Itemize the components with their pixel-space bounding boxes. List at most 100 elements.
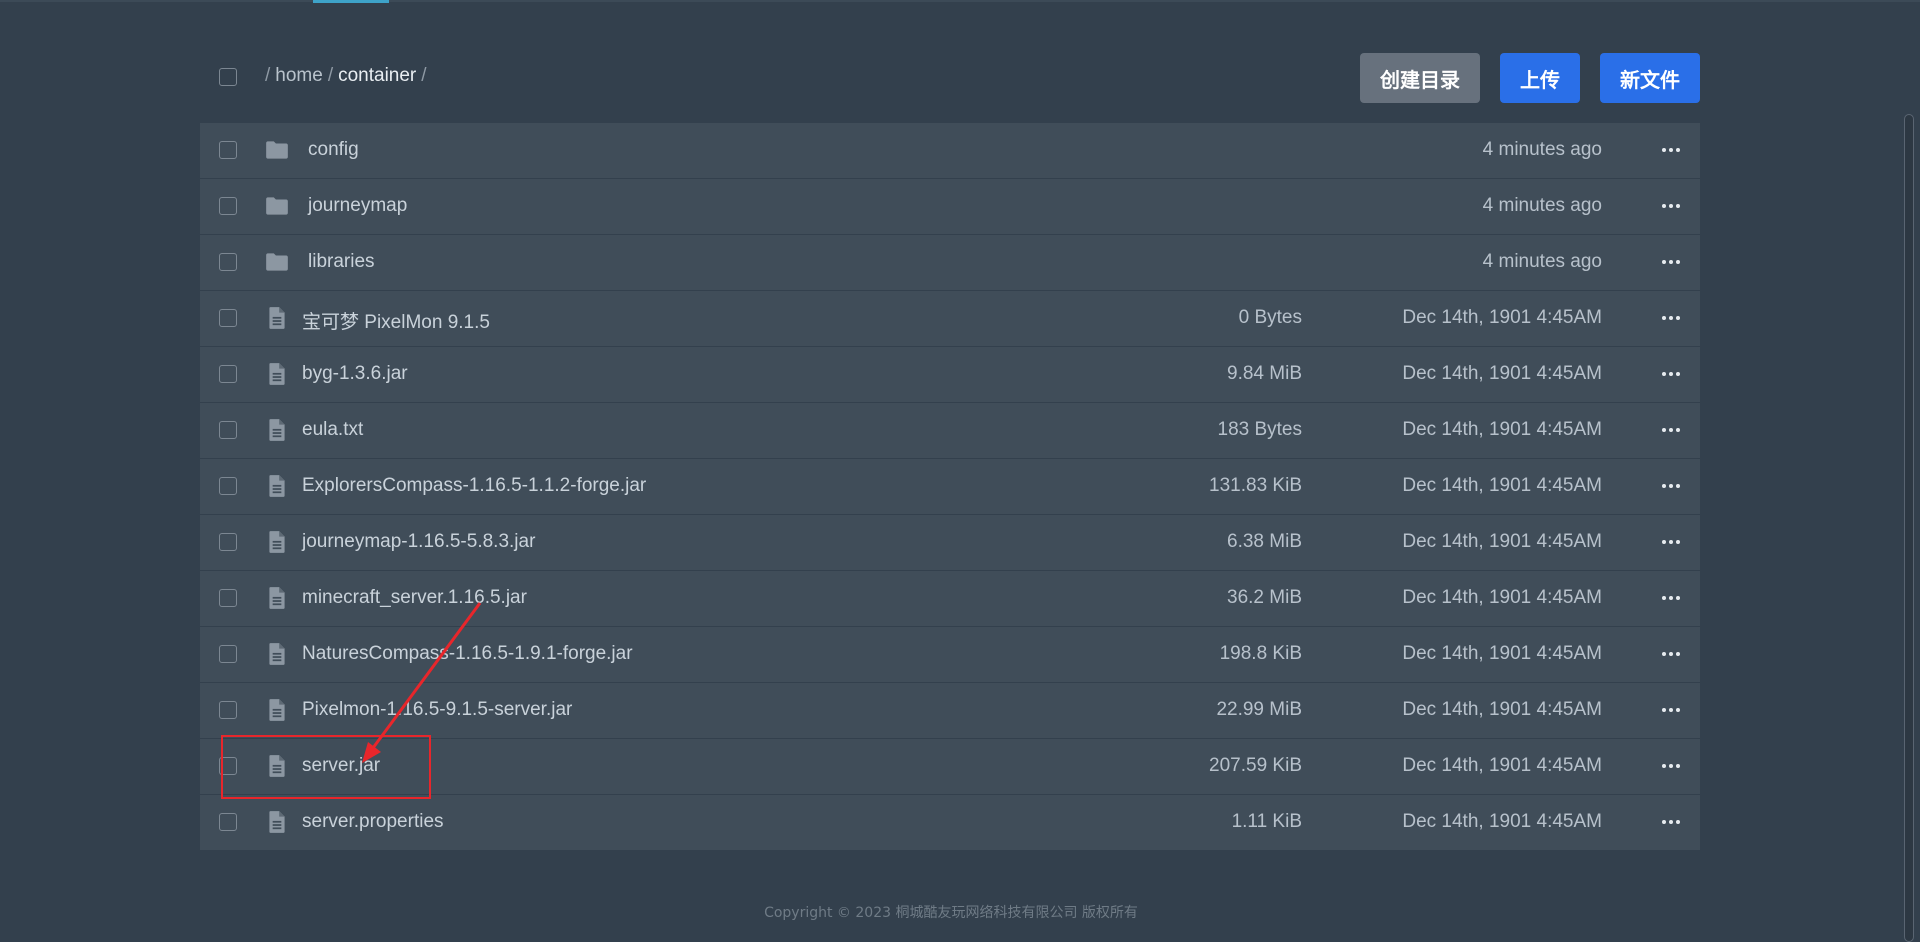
row-checkbox[interactable] [219, 589, 237, 607]
row-checkbox[interactable] [219, 141, 237, 159]
file-name[interactable]: config [308, 139, 359, 161]
create-directory-button[interactable]: 创建目录 [1360, 53, 1480, 103]
file-name[interactable]: ExplorersCompass-1.16.5-1.1.2-forge.jar [302, 475, 646, 497]
file-row[interactable]: minecraft_server.1.16.5.jar 36.2 MiB Dec… [200, 571, 1700, 626]
file-row[interactable]: 宝可梦 PixelMon 9.1.5 0 Bytes Dec 14th, 190… [200, 291, 1700, 346]
file-row[interactable]: server.properties 1.11 KiB Dec 14th, 190… [200, 795, 1700, 850]
file-size: 9.84 MiB [1227, 363, 1302, 384]
row-checkbox[interactable] [219, 421, 237, 439]
file-name[interactable]: NaturesCompass-1.16.5-1.9.1-forge.jar [302, 643, 633, 665]
file-name[interactable]: byg-1.3.6.jar [302, 363, 408, 385]
file-modified: 4 minutes ago [1482, 139, 1602, 160]
file-modified: Dec 14th, 1901 4:45AM [1402, 307, 1602, 328]
more-options-icon[interactable] [1662, 815, 1682, 829]
file-row[interactable]: server.jar 207.59 KiB Dec 14th, 1901 4:4… [200, 739, 1700, 794]
breadcrumb-separator: / [327, 65, 334, 86]
row-checkbox[interactable] [219, 365, 237, 383]
file-name[interactable]: Pixelmon-1.16.5-9.1.5-server.jar [302, 699, 572, 721]
more-options-icon[interactable] [1662, 255, 1682, 269]
more-options-icon[interactable] [1662, 479, 1682, 493]
file-size: 183 Bytes [1217, 419, 1303, 440]
file-list: config 4 minutes ago journeymap 4 minute… [200, 123, 1700, 851]
file-row[interactable]: Pixelmon-1.16.5-9.1.5-server.jar 22.99 M… [200, 683, 1700, 738]
more-options-icon[interactable] [1662, 311, 1682, 325]
file-size: 1.11 KiB [1231, 811, 1302, 832]
more-options-icon[interactable] [1662, 199, 1682, 213]
file-name[interactable]: minecraft_server.1.16.5.jar [302, 587, 527, 609]
file-size: 0 Bytes [1238, 307, 1302, 328]
row-checkbox[interactable] [219, 533, 237, 551]
file-modified: Dec 14th, 1901 4:45AM [1402, 587, 1602, 608]
file-row[interactable]: journeymap-1.16.5-5.8.3.jar 6.38 MiB Dec… [200, 515, 1700, 570]
more-options-icon[interactable] [1662, 647, 1682, 661]
new-file-button[interactable]: 新文件 [1600, 53, 1700, 103]
file-size: 198.8 KiB [1219, 643, 1302, 664]
file-name[interactable]: eula.txt [302, 419, 363, 441]
file-modified: Dec 14th, 1901 4:45AM [1402, 475, 1602, 496]
file-icon [264, 473, 290, 499]
row-checkbox[interactable] [219, 645, 237, 663]
file-size: 207.59 KiB [1209, 755, 1302, 776]
more-options-icon[interactable] [1662, 703, 1682, 717]
file-manager-header: / home / container / 创建目录 上传 新文件 [200, 50, 1700, 106]
upload-button[interactable]: 上传 [1500, 53, 1580, 103]
file-name[interactable]: journeymap-1.16.5-5.8.3.jar [302, 531, 535, 553]
top-nav-bar [0, 0, 1920, 3]
breadcrumb: / home / container / [260, 65, 432, 87]
file-row[interactable]: byg-1.3.6.jar 9.84 MiB Dec 14th, 1901 4:… [200, 347, 1700, 402]
more-options-icon[interactable] [1662, 535, 1682, 549]
row-checkbox[interactable] [219, 813, 237, 831]
file-size: 22.99 MiB [1216, 699, 1302, 720]
row-checkbox[interactable] [219, 477, 237, 495]
file-modified: Dec 14th, 1901 4:45AM [1402, 755, 1602, 776]
file-icon [264, 753, 290, 779]
file-size: 131.83 KiB [1209, 475, 1302, 496]
file-row[interactable]: ExplorersCompass-1.16.5-1.1.2-forge.jar … [200, 459, 1700, 514]
more-options-icon[interactable] [1662, 591, 1682, 605]
folder-icon [264, 137, 290, 163]
breadcrumb-current[interactable]: container [338, 65, 416, 86]
file-name[interactable]: journeymap [308, 195, 407, 217]
folder-icon [264, 249, 290, 275]
file-icon [264, 585, 290, 611]
file-name[interactable]: server.jar [302, 755, 380, 777]
footer-copyright: Copyright © 2023 桐城酷友玩网络科技有限公司 版权所有 [764, 905, 1138, 921]
page-scrollbar[interactable] [1904, 114, 1914, 942]
file-name[interactable]: server.properties [302, 811, 444, 833]
file-icon [264, 305, 290, 331]
row-checkbox[interactable] [219, 701, 237, 719]
file-name[interactable]: 宝可梦 PixelMon 9.1.5 [302, 307, 490, 334]
file-modified: Dec 14th, 1901 4:45AM [1402, 643, 1602, 664]
select-all-checkbox[interactable] [219, 68, 237, 86]
file-icon [264, 361, 290, 387]
file-row[interactable]: NaturesCompass-1.16.5-1.9.1-forge.jar 19… [200, 627, 1700, 682]
file-modified: Dec 14th, 1901 4:45AM [1402, 699, 1602, 720]
row-checkbox[interactable] [219, 757, 237, 775]
folder-row[interactable]: journeymap 4 minutes ago [200, 179, 1700, 234]
active-tab-indicator [313, 0, 389, 3]
file-name[interactable]: libraries [308, 251, 375, 273]
row-checkbox[interactable] [219, 309, 237, 327]
more-options-icon[interactable] [1662, 423, 1682, 437]
more-options-icon[interactable] [1662, 367, 1682, 381]
row-checkbox[interactable] [219, 253, 237, 271]
file-icon [264, 529, 290, 555]
row-checkbox[interactable] [219, 197, 237, 215]
more-options-icon[interactable] [1662, 143, 1682, 157]
breadcrumb-home[interactable]: home [275, 65, 323, 86]
file-icon [264, 809, 290, 835]
file-icon [264, 417, 290, 443]
breadcrumb-separator: / [265, 65, 271, 86]
more-options-icon[interactable] [1662, 759, 1682, 773]
file-modified: Dec 14th, 1901 4:45AM [1402, 363, 1602, 384]
folder-row[interactable]: config 4 minutes ago [200, 123, 1700, 178]
breadcrumb-separator: / [421, 65, 427, 86]
file-size: 6.38 MiB [1227, 531, 1302, 552]
file-modified: 4 minutes ago [1482, 251, 1602, 272]
file-icon [264, 697, 290, 723]
folder-row[interactable]: libraries 4 minutes ago [200, 235, 1700, 290]
file-size: 36.2 MiB [1227, 587, 1302, 608]
file-modified: Dec 14th, 1901 4:45AM [1402, 531, 1602, 552]
file-modified: 4 minutes ago [1482, 195, 1602, 216]
file-row[interactable]: eula.txt 183 Bytes Dec 14th, 1901 4:45AM [200, 403, 1700, 458]
